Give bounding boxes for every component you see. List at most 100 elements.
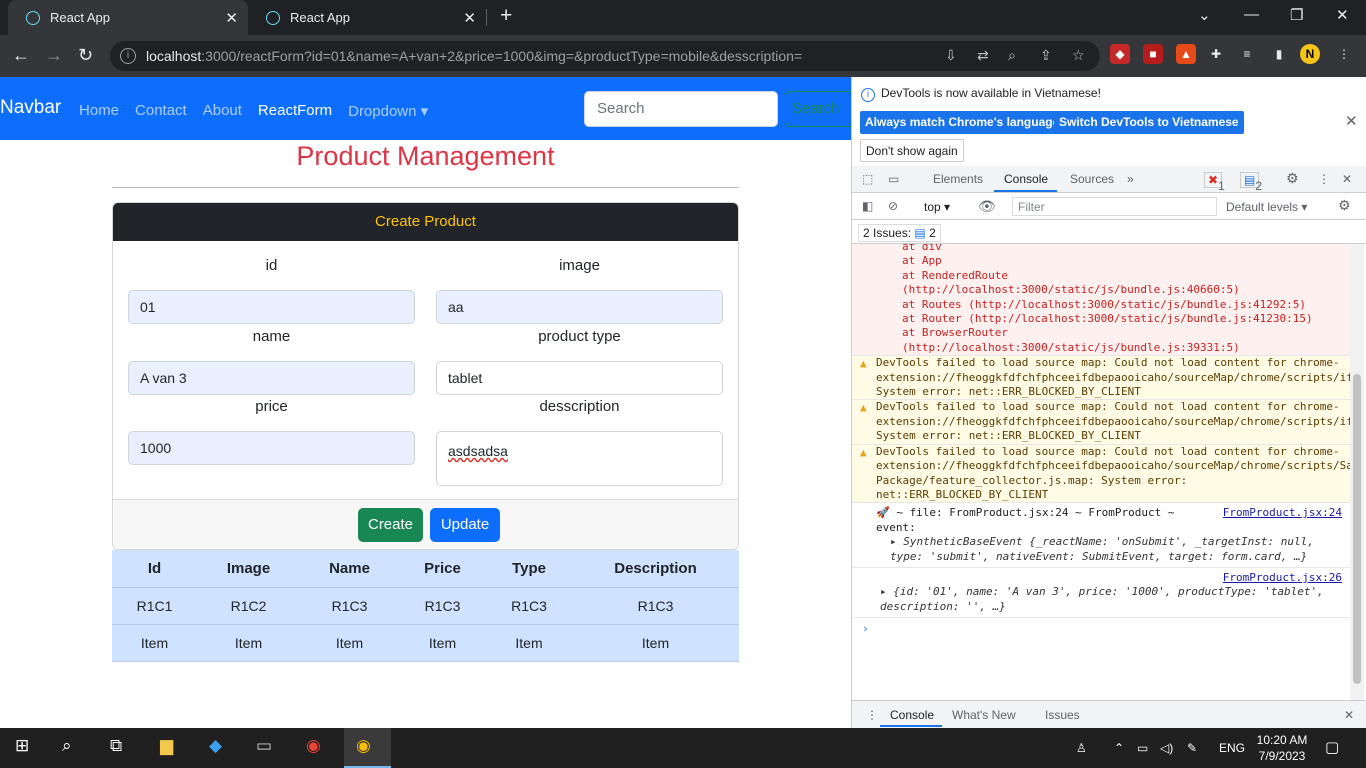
- issues-button[interactable]: 2 Issues: ▤ 2: [858, 224, 941, 242]
- people-icon[interactable]: ♙: [1076, 741, 1087, 755]
- browser-tab[interactable]: React App ✕: [8, 0, 248, 35]
- drawer-tab-whats-new[interactable]: What's New: [952, 708, 1016, 722]
- search-button[interactable]: Search: [785, 91, 851, 127]
- window-close-icon[interactable]: ✕: [1336, 6, 1349, 24]
- translate-icon[interactable]: ⇄: [977, 47, 989, 64]
- dont-show-button[interactable]: Don't show again: [860, 139, 964, 162]
- close-icon[interactable]: ✕: [1345, 112, 1358, 130]
- language-indicator[interactable]: ENG: [1219, 741, 1245, 755]
- clock[interactable]: 10:20 AM 7/9/2023: [1256, 732, 1308, 764]
- source-link[interactable]: FromProduct.jsx:26: [1223, 571, 1342, 584]
- browser-tab[interactable]: React App ✕: [248, 0, 486, 35]
- inspect-icon[interactable]: ⬚: [862, 172, 873, 186]
- site-info-icon[interactable]: i: [120, 48, 136, 64]
- minimize-icon[interactable]: —: [1244, 6, 1259, 23]
- nav-link-contact[interactable]: Contact: [135, 102, 187, 120]
- product-type-input[interactable]: tablet: [436, 361, 723, 395]
- back-icon[interactable]: ←: [12, 45, 30, 66]
- file-explorer-icon[interactable]: ▆: [160, 736, 173, 756]
- nav-link-reactform[interactable]: ReactForm: [258, 102, 332, 120]
- error-count-badge[interactable]: ✖ 1: [1204, 172, 1225, 193]
- context-selector[interactable]: top ▾: [924, 200, 950, 214]
- extension-icon[interactable]: ■: [1143, 44, 1163, 64]
- nav-link-home[interactable]: Home: [79, 102, 119, 120]
- expandable-object[interactable]: ▸ {id: '01', name: 'A van 3', price: '10…: [876, 585, 1342, 614]
- expandable-object[interactable]: ▸ SyntheticBaseEvent {_reactName: 'onSub…: [876, 535, 1342, 564]
- react-icon: [266, 10, 280, 25]
- forward-icon[interactable]: →: [45, 45, 63, 66]
- vscode-icon[interactable]: ◆: [209, 736, 222, 756]
- console-settings-icon[interactable]: ⚙: [1338, 197, 1351, 214]
- side-panel-icon[interactable]: ▮: [1269, 44, 1289, 64]
- notification-icon[interactable]: ▢: [1325, 738, 1339, 756]
- url-field[interactable]: i localhost:3000/reactForm?id=01&name=A+…: [110, 41, 1100, 71]
- match-language-button[interactable]: Always match Chrome's language: [860, 111, 1065, 134]
- network-icon[interactable]: ▭: [1137, 741, 1148, 755]
- volume-icon[interactable]: ◁): [1160, 741, 1173, 755]
- bookmark-star-icon[interactable]: ☆: [1072, 47, 1085, 64]
- sidebar-toggle-icon[interactable]: ◧: [862, 199, 873, 213]
- reload-icon[interactable]: ↻: [78, 45, 93, 66]
- task-view-icon[interactable]: ⧉: [110, 736, 122, 756]
- close-icon[interactable]: ✕: [463, 9, 476, 27]
- puzzle-extensions-icon[interactable]: ✚: [1206, 44, 1226, 64]
- navbar-brand[interactable]: Navbar: [0, 97, 61, 119]
- more-tabs-icon[interactable]: »: [1127, 172, 1134, 186]
- chrome-profile-icon[interactable]: ◉: [356, 736, 371, 756]
- id-input[interactable]: 01: [128, 290, 415, 324]
- settings-icon[interactable]: ⚙: [1286, 170, 1299, 187]
- console-scrollbar[interactable]: [1350, 244, 1364, 700]
- drawer-tab-console[interactable]: Console: [890, 708, 934, 722]
- image-input[interactable]: aa: [436, 290, 723, 324]
- menu-icon[interactable]: ⋮: [1334, 44, 1354, 64]
- pen-icon[interactable]: ✎: [1187, 741, 1197, 755]
- tray-chevron-icon[interactable]: ⌃: [1114, 741, 1124, 755]
- extension-icon[interactable]: ▲: [1176, 44, 1196, 64]
- console-filter-bar: ◧ ⊘ top ▾ 👁 Filter Default levels ▾ ⚙: [852, 194, 1366, 220]
- price-input[interactable]: 1000: [128, 431, 415, 465]
- tab-console[interactable]: Console: [1004, 172, 1048, 186]
- scrollbar-thumb[interactable]: [1353, 374, 1361, 684]
- share-icon[interactable]: ⇪: [1040, 47, 1052, 64]
- drawer-tab-issues[interactable]: Issues: [1045, 708, 1080, 722]
- update-button[interactable]: Update: [430, 508, 500, 542]
- new-tab-icon[interactable]: +: [500, 4, 512, 28]
- search-input[interactable]: Search: [584, 91, 778, 127]
- create-button[interactable]: Create: [358, 508, 423, 542]
- log-levels-dropdown[interactable]: Default levels ▾: [1226, 200, 1307, 214]
- devtools-close-icon[interactable]: ✕: [1342, 172, 1352, 186]
- console-error-stack: at div at App at RenderedRoute (http://l…: [852, 244, 1350, 357]
- devtools-menu-icon[interactable]: ⋮: [1318, 172, 1330, 186]
- console-filter-input[interactable]: Filter: [1012, 197, 1217, 216]
- clear-console-icon[interactable]: ⊘: [888, 199, 898, 213]
- terminal-icon[interactable]: ▭: [256, 736, 272, 756]
- restore-icon[interactable]: ❐: [1290, 6, 1303, 24]
- console-prompt[interactable]: ›: [852, 618, 1350, 636]
- console-output: at div at App at RenderedRoute (http://l…: [852, 244, 1350, 700]
- close-icon[interactable]: ✕: [225, 9, 238, 27]
- name-input[interactable]: A van 3: [128, 361, 415, 395]
- search-icon[interactable]: ⌕: [62, 736, 72, 756]
- tab-search-icon[interactable]: ⌄: [1198, 6, 1211, 24]
- source-link[interactable]: FromProduct.jsx:24: [1223, 506, 1342, 520]
- drawer-menu-icon[interactable]: ⋮: [866, 708, 878, 722]
- windows-start-icon[interactable]: ⊞: [15, 736, 29, 756]
- profile-avatar[interactable]: N: [1300, 44, 1320, 64]
- description-textarea[interactable]: asdsadsa: [436, 431, 723, 486]
- reading-list-icon[interactable]: ≡: [1237, 44, 1257, 64]
- zoom-icon[interactable]: ⌕: [1008, 47, 1016, 64]
- message-count-badge[interactable]: ▤ 2: [1240, 172, 1262, 193]
- tab-elements[interactable]: Elements: [933, 172, 983, 186]
- extension-icon[interactable]: ◆: [1110, 44, 1130, 64]
- drawer-close-icon[interactable]: ✕: [1344, 708, 1354, 722]
- console-warning: ▲ DevTools failed to load source map: Cou…: [852, 444, 1350, 504]
- column-header: Description: [572, 550, 739, 588]
- nav-dropdown[interactable]: Dropdown ▾: [348, 102, 428, 120]
- device-toggle-icon[interactable]: ▭: [888, 172, 899, 186]
- chrome-icon[interactable]: ◉: [306, 736, 321, 756]
- install-icon[interactable]: ⇩: [945, 47, 957, 64]
- switch-language-button[interactable]: Switch DevTools to Vietnamese: [1054, 111, 1244, 134]
- tab-sources[interactable]: Sources: [1070, 172, 1114, 186]
- nav-link-about[interactable]: About: [203, 102, 242, 120]
- eye-icon[interactable]: 👁: [978, 198, 996, 215]
